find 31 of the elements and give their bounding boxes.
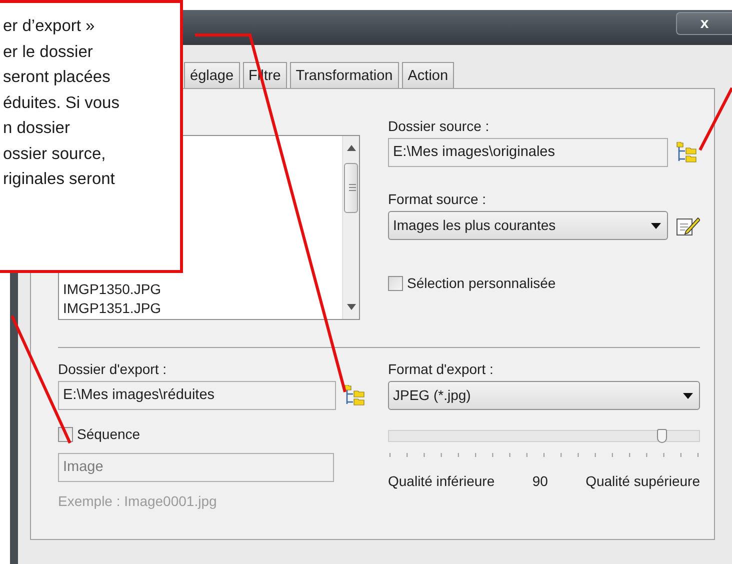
- export-folder-field[interactable]: E:\Mes images\réduites: [58, 381, 336, 410]
- edit-icon[interactable]: [676, 214, 700, 236]
- export-format-dropdown[interactable]: JPEG (*.jpg): [388, 381, 700, 410]
- tab[interactable]: Transformation: [290, 62, 399, 88]
- callout-tooltip: er d’export » er le dossier seront placées éduites. Si vous n dossier ossier source, riginales seront: [0, 0, 183, 273]
- source-folder-field[interactable]: E:\Mes images\originales: [388, 138, 668, 167]
- scrollbar[interactable]: [342, 136, 359, 319]
- sequence-checkbox[interactable]: Séquence: [58, 424, 360, 445]
- scroll-up-icon: [347, 145, 356, 151]
- field-label: Dossier d'export :: [58, 360, 168, 378]
- file-item[interactable]: IMGP1351.JPG: [63, 299, 342, 318]
- scroll-down-icon: [347, 304, 356, 310]
- field-label: Dossier source :: [388, 117, 490, 135]
- dropdown-arrow-icon: [683, 392, 693, 398]
- source-format-dropdown[interactable]: Images les plus courantes: [388, 211, 668, 240]
- slider-label: Qualité supérieure: [586, 472, 700, 491]
- field-label: Format source :: [388, 190, 488, 208]
- slider-thumb[interactable]: [656, 429, 667, 443]
- tab[interactable]: églage: [184, 62, 240, 88]
- file-item[interactable]: IMGP1350.JPG: [63, 280, 342, 299]
- leader-line: [698, 87, 732, 151]
- quality-slider[interactable]: [388, 430, 700, 442]
- close-button[interactable]: x: [676, 12, 732, 35]
- slider-value: 90: [532, 472, 548, 491]
- example-text: Exemple : Image0001.jpg: [58, 492, 218, 511]
- scroll-thumb[interactable]: [344, 163, 358, 213]
- dropdown-arrow-icon: [651, 222, 661, 228]
- tab[interactable]: Action: [402, 62, 454, 88]
- slider-label: Qualité inférieure: [388, 472, 495, 491]
- custom-selection-checkbox[interactable]: Sélection personnalisée: [388, 273, 700, 294]
- field-label: Format d'export :: [388, 360, 494, 378]
